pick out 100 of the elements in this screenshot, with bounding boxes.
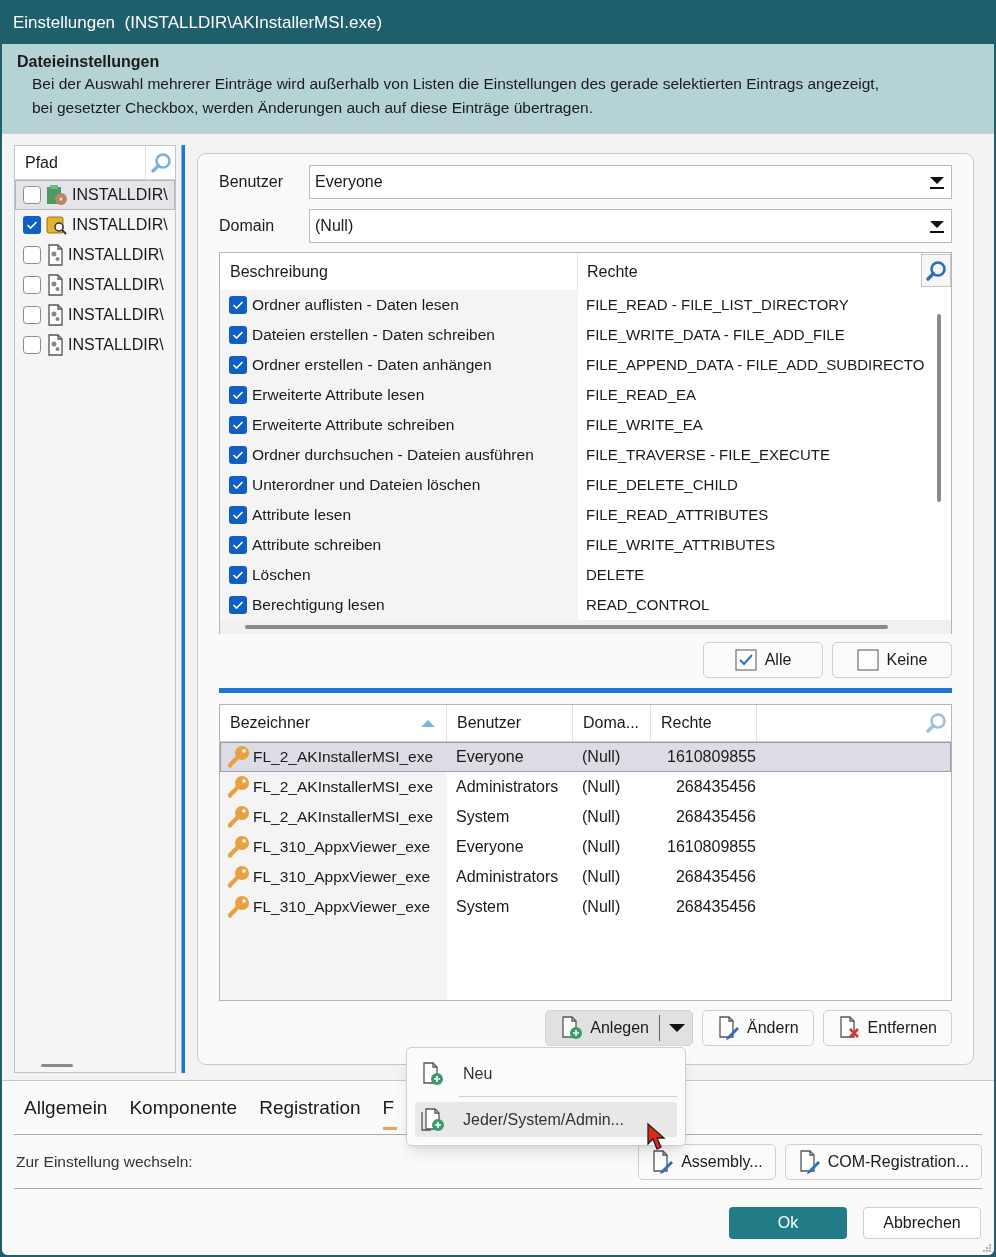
table-cell-text: System xyxy=(455,897,511,917)
file-list-item[interactable]: INSTALLDIR\ xyxy=(15,210,175,240)
checkbox[interactable] xyxy=(22,185,42,205)
ok-button[interactable]: Ok xyxy=(729,1206,847,1239)
checkbox[interactable] xyxy=(228,385,248,405)
checkbox[interactable] xyxy=(22,335,42,355)
permission-rights: FILE_READ_EA xyxy=(586,384,697,405)
gear-file-icon xyxy=(46,334,64,356)
table-row[interactable]: FL_2_AKInstallerMSI_exe Everyone (Null) 1610809855 xyxy=(220,742,951,772)
checkbox[interactable] xyxy=(228,535,248,555)
checkbox[interactable] xyxy=(228,595,248,615)
file-edit-icon xyxy=(651,1149,676,1174)
tab[interactable]: Komponente xyxy=(129,1093,238,1134)
table-row[interactable]: FL_310_AppxViewer_exe Everyone (Null) 1610809855 xyxy=(220,832,951,862)
package-icon xyxy=(46,184,68,206)
menu-item[interactable]: Jeder/System/Admin... xyxy=(415,1102,677,1137)
table-cell-text: FL_310_AppxViewer_exe xyxy=(253,897,431,918)
window-title: Einstellungen (INSTALLDIR\AKInstallerMSI.exe) xyxy=(13,12,383,35)
header-description: Bei der Auswahl mehrerer Einträge wird außerhalb von Listen die Einstellungen des gerade selektierten Eintrags angezeigt, xyxy=(31,74,880,94)
edit-button[interactable]: Ändern xyxy=(702,1010,814,1046)
scrollbar[interactable] xyxy=(220,620,951,634)
table-row[interactable]: FL_2_AKInstallerMSI_exe System (Null) 268435456 xyxy=(220,802,951,832)
column-header[interactable]: Rechte xyxy=(651,705,757,741)
gear-file-icon xyxy=(46,274,64,296)
check-none-button[interactable]: Keine xyxy=(832,642,952,678)
checkbox[interactable] xyxy=(228,445,248,465)
search-icon xyxy=(149,151,172,174)
switch-button[interactable]: Assembly... xyxy=(638,1143,776,1180)
file-list-item[interactable]: INSTALLDIR\ xyxy=(15,330,175,360)
table-cell-text: System xyxy=(455,807,511,827)
file-list-item[interactable]: INSTALLDIR\ xyxy=(15,180,175,210)
checkbox[interactable] xyxy=(228,295,248,315)
remove-button[interactable]: Entfernen xyxy=(822,1010,952,1046)
table-cell-text: (Null) xyxy=(581,807,622,827)
file-list-item[interactable]: INSTALLDIR\ xyxy=(15,240,175,270)
table-cell-text: (Null) xyxy=(581,867,622,887)
checkbox[interactable] xyxy=(22,275,42,295)
checkbox[interactable] xyxy=(22,245,42,265)
key-icon xyxy=(227,745,251,769)
table-row[interactable]: FL_310_AppxViewer_exe Administrators (Null) 268435456 xyxy=(220,862,951,892)
tab[interactable]: Allgemein xyxy=(24,1093,108,1134)
checkbox[interactable] xyxy=(22,305,42,325)
checkbox[interactable] xyxy=(228,505,248,525)
permission-description: Attribute schreiben xyxy=(252,535,382,556)
checkbox[interactable] xyxy=(228,475,248,495)
permission-description: Dateien erstellen - Daten schreiben xyxy=(252,325,495,346)
column-header[interactable]: Doma... xyxy=(573,705,651,741)
tab[interactable]: Registration xyxy=(259,1093,361,1134)
permission-description: Erweiterte Attribute schreiben xyxy=(252,415,455,436)
table-cell-text: FL_310_AppxViewer_exe xyxy=(253,867,431,888)
checkbox[interactable] xyxy=(22,215,42,235)
permission-description: Erweiterte Attribute lesen xyxy=(252,385,425,406)
key-icon xyxy=(227,895,251,919)
gear-file-icon xyxy=(46,304,64,326)
search-icon xyxy=(925,259,947,282)
file-list-item[interactable]: INSTALLDIR\ xyxy=(15,270,175,300)
search-icon xyxy=(925,712,947,734)
table-cell-text: Everyone xyxy=(455,837,525,857)
checkbox[interactable] xyxy=(228,565,248,585)
cursor-icon xyxy=(646,1122,668,1152)
table-cell-text: 268435456 xyxy=(674,777,757,797)
table-row[interactable]: FL_310_AppxViewer_exe System (Null) 268435456 xyxy=(220,892,951,922)
field-label: Benutzer xyxy=(219,172,285,192)
file-edit-icon xyxy=(717,1016,741,1040)
checkbox[interactable] xyxy=(228,355,248,375)
cancel-button[interactable]: Abbrechen xyxy=(863,1206,981,1239)
column-header: Rechte xyxy=(586,261,639,282)
file-list-item[interactable]: INSTALLDIR\ xyxy=(15,300,175,330)
tab[interactable]: F xyxy=(382,1093,395,1134)
permission-rights: FILE_READ - FILE_LIST_DIRECTORY xyxy=(586,294,849,315)
switch-label: Zur Einstellung wechseln: xyxy=(15,1151,194,1172)
caret-down-icon xyxy=(668,1023,686,1033)
files-add-icon xyxy=(421,1107,445,1132)
column-header[interactable]: Benutzer xyxy=(447,705,573,741)
table-row[interactable]: FL_2_AKInstallerMSI_exe Administrators (Null) 268435456 xyxy=(220,772,951,802)
permission-rights: FILE_WRITE_DATA - FILE_ADD_FILE xyxy=(586,324,845,345)
permission-description: Unterordner und Dateien löschen xyxy=(252,475,481,496)
search-button[interactable] xyxy=(921,254,951,287)
permission-description: Ordner auflisten - Daten lesen xyxy=(252,295,459,316)
table-cell-text: (Null) xyxy=(581,777,622,797)
column-header[interactable]: Bezeichner xyxy=(220,705,447,741)
permission-description: Attribute lesen xyxy=(252,505,352,526)
permission-rights: DELETE xyxy=(586,564,645,585)
permission-description: Ordner durchsuchen - Dateien ausführen xyxy=(252,445,534,466)
header-title: Dateieinstellungen xyxy=(17,52,161,72)
dropdown-arrow-icon xyxy=(929,174,945,190)
sort-ascending-icon xyxy=(420,718,436,728)
table-cell-text: 1610809855 xyxy=(666,747,757,767)
permission-rights: FILE_TRAVERSE - FILE_EXECUTE xyxy=(586,444,830,465)
user-dropdown[interactable]: Everyone xyxy=(309,165,952,199)
add-button[interactable]: Anlegen xyxy=(545,1010,693,1046)
file-edit-icon xyxy=(797,1149,822,1174)
table-cell-text: (Null) xyxy=(581,747,622,767)
check-all-button[interactable]: Alle xyxy=(703,642,823,678)
checkbox[interactable] xyxy=(228,325,248,345)
domain-dropdown[interactable]: (Null) xyxy=(309,209,952,243)
permission-description: Löschen xyxy=(252,565,311,586)
checkbox[interactable] xyxy=(228,415,248,435)
menu-item[interactable]: Neu xyxy=(415,1056,677,1091)
switch-button[interactable]: COM-Registration... xyxy=(784,1143,982,1180)
